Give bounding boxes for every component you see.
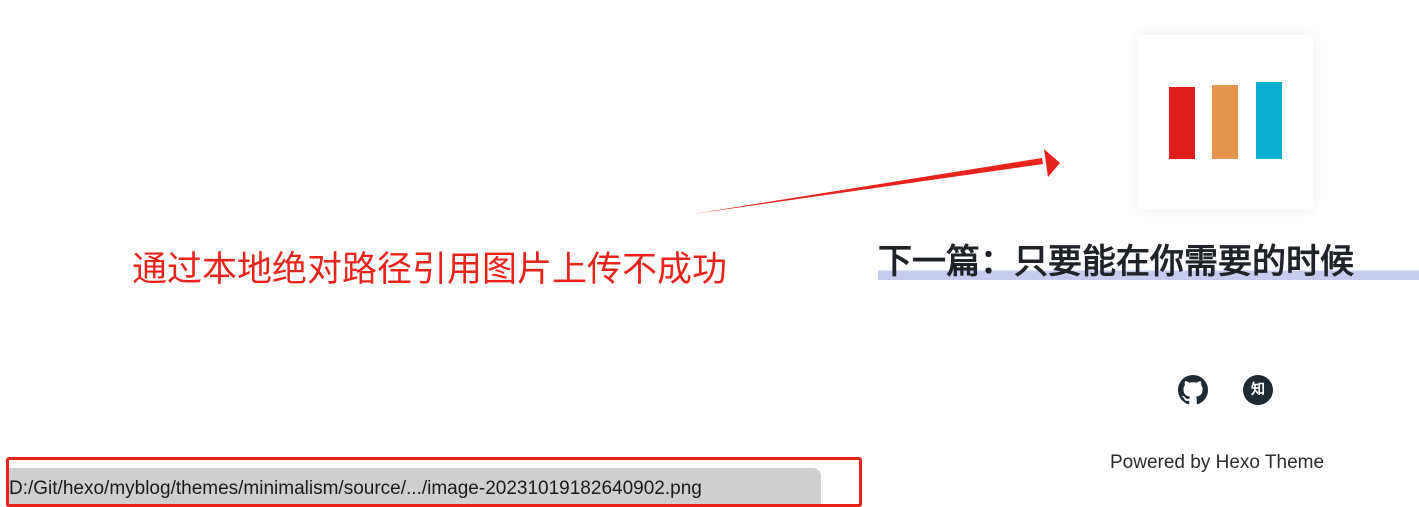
footer-powered-by: Powered by Hexo Theme [1110,452,1325,473]
annotation-highlight-box [6,457,862,507]
logo-bar-cyan [1256,82,1282,159]
next-post-link[interactable]: 下一篇：只要能在你需要的时候 [878,238,1419,286]
post-image-card[interactable] [1138,35,1313,209]
annotation-caption: 通过本地绝对路径引用图片上传不成功 [132,250,728,290]
zhihu-icon[interactable]: 知 [1243,375,1273,405]
arrow-shaft [693,158,1043,214]
logo-bar-orange [1212,85,1238,159]
arrow-head [1044,149,1060,177]
logo-bar-red [1169,87,1195,159]
github-icon[interactable] [1178,375,1208,405]
